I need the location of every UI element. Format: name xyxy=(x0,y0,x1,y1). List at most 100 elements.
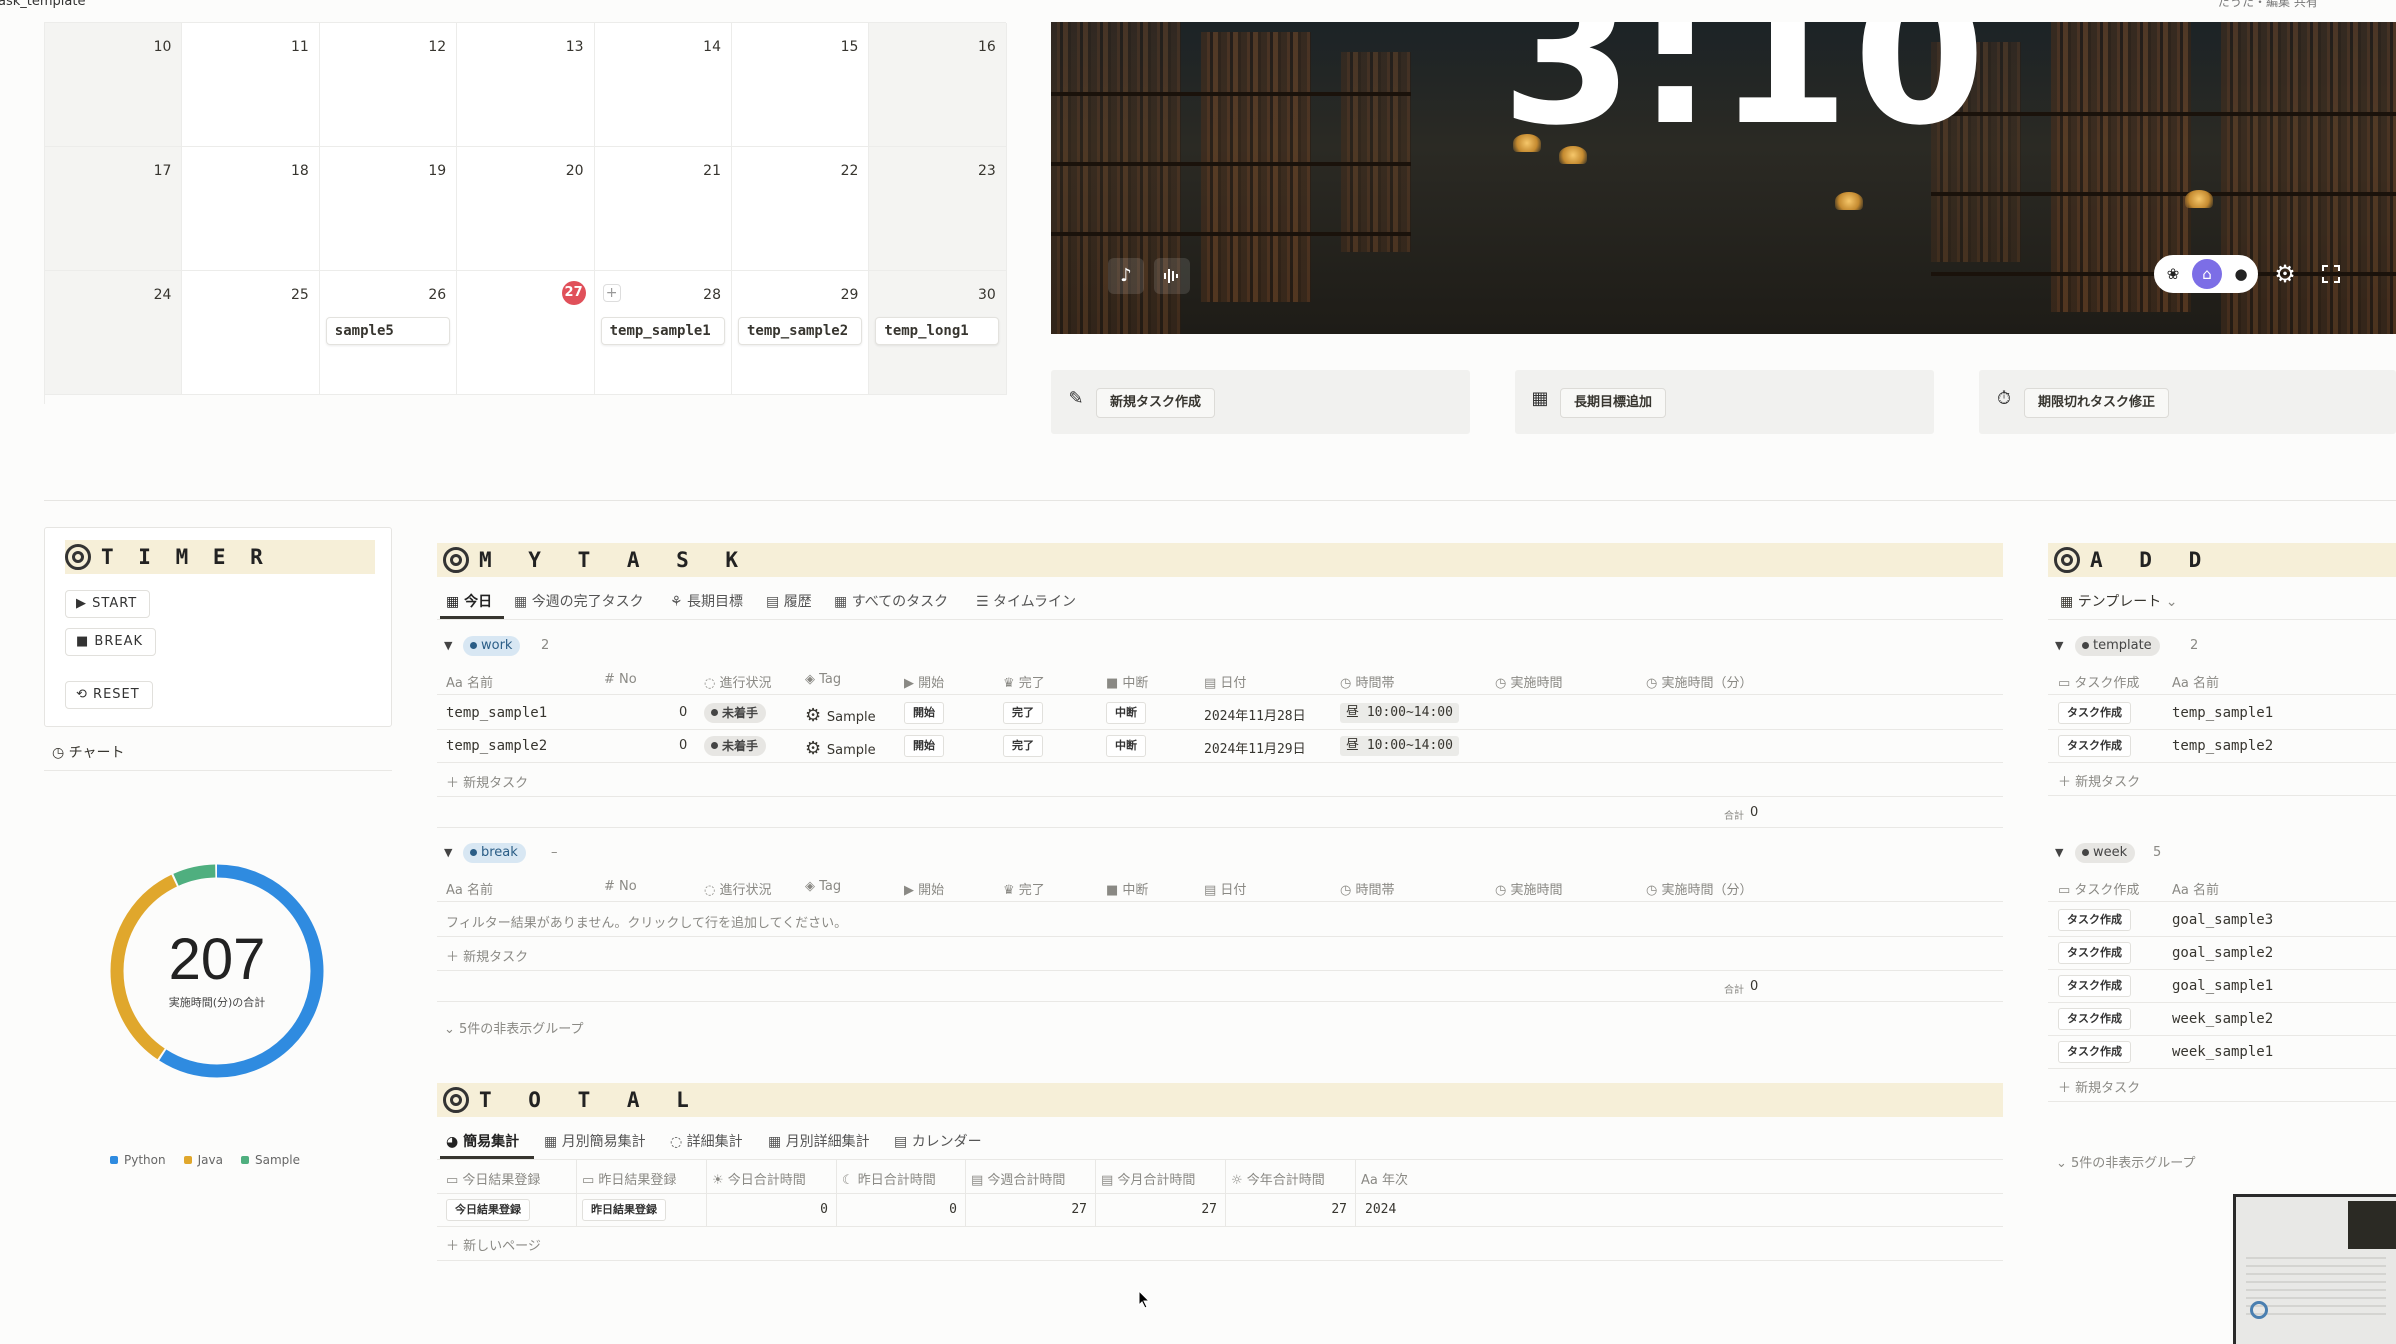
tab-history[interactable]: ▤ 履歴 xyxy=(766,591,812,611)
complete-task-button[interactable]: 完了 xyxy=(1003,735,1043,757)
calendar-day-cell[interactable]: 11 xyxy=(182,23,320,147)
calendar-event[interactable]: temp_sample1 xyxy=(600,317,725,345)
preview-thumbnail[interactable] xyxy=(2233,1194,2396,1344)
create-task-button[interactable]: タスク作成 xyxy=(2058,735,2131,757)
create-task-button[interactable]: タスク作成 xyxy=(2058,702,2131,724)
create-task-button[interactable]: タスク作成 xyxy=(2058,1008,2131,1030)
column-header[interactable]: ▶ 開始 xyxy=(904,672,944,691)
tab-today[interactable]: ▦ 今日 xyxy=(446,591,492,611)
status-badge[interactable]: 未着手 xyxy=(704,703,767,723)
group-week[interactable]: week xyxy=(2075,843,2136,863)
column-header[interactable]: # No xyxy=(604,879,637,894)
start-task-button[interactable]: 開始 xyxy=(904,702,944,724)
new-page-row[interactable]: ＋ 新しいページ xyxy=(446,1235,541,1254)
column-header[interactable]: ▭ タスク作成 xyxy=(2058,879,2139,898)
pause-task-button[interactable]: 中断 xyxy=(1106,735,1146,757)
start-task-button[interactable]: 開始 xyxy=(904,735,944,757)
column-header[interactable]: Aa 名前 xyxy=(2172,672,2219,691)
top-right-menu[interactable]: だうた・編集 共有 xyxy=(2218,0,2318,10)
status-badge[interactable]: 未着手 xyxy=(704,736,767,756)
column-header[interactable]: ▭ 今日結果登録 xyxy=(446,1169,540,1188)
calendar-day-cell[interactable]: 14 xyxy=(594,23,732,147)
new-task-button[interactable]: 新規タスク作成 xyxy=(1096,388,1216,418)
column-header[interactable]: ◷ 実施時間 xyxy=(1495,879,1563,898)
task-date[interactable]: 2024年11月28日 xyxy=(1204,705,1306,724)
column-header[interactable]: ▤ 日付 xyxy=(1204,672,1246,691)
group-work[interactable]: work xyxy=(463,636,521,656)
new-task-row[interactable]: ＋ 新規タスク xyxy=(2058,1077,2140,1096)
year-value[interactable]: 2024 xyxy=(1365,1202,1396,1217)
calendar-day-cell[interactable]: 19 xyxy=(319,147,458,271)
column-header[interactable]: ◷ 時間帯 xyxy=(1340,879,1395,898)
calendar-day-cell[interactable]: 22 xyxy=(732,147,870,271)
hidden-groups-toggle[interactable]: ⌄ 5件の非表示グループ xyxy=(2056,1152,2196,1171)
empty-filter-message[interactable]: フィルター結果がありません。クリックして行を追加してください。 xyxy=(446,912,847,931)
calendar-event[interactable]: sample5 xyxy=(325,317,450,345)
tab-detail-total[interactable]: ◌ 詳細集計 xyxy=(670,1131,743,1151)
tab-all-tasks[interactable]: ▦ すべてのタスク xyxy=(834,591,948,611)
task-tag[interactable]: ⚙ Sample xyxy=(805,738,876,759)
column-header[interactable]: ▶ 開始 xyxy=(904,879,944,898)
task-tag[interactable]: ⚙ Sample xyxy=(805,705,876,726)
yesterday-result-button[interactable]: 昨日結果登録 xyxy=(582,1199,666,1221)
collapse-triangle-icon[interactable]: ▼ xyxy=(2055,846,2063,859)
create-task-button[interactable]: タスク作成 xyxy=(2058,909,2131,931)
column-header[interactable]: ▤ 日付 xyxy=(1204,879,1246,898)
template-name[interactable]: temp_sample1 xyxy=(2172,705,2273,721)
column-header[interactable]: ▭ タスク作成 xyxy=(2058,672,2139,691)
calendar-day-cell[interactable]: 29 temp_sample2 xyxy=(732,271,870,395)
column-header[interactable]: ♛ 完了 xyxy=(1003,879,1045,898)
fullscreen-icon[interactable] xyxy=(2313,256,2349,292)
column-header[interactable]: ☀ 今日合計時間 xyxy=(712,1169,806,1188)
template-name[interactable]: goal_sample2 xyxy=(2172,945,2273,961)
pause-task-button[interactable]: 中断 xyxy=(1106,702,1146,724)
tab-week-done[interactable]: ▦ 今週の完了タスク xyxy=(514,591,644,611)
gear-icon[interactable]: ⚙ xyxy=(2267,256,2303,292)
calendar-day-cell[interactable]: 18 xyxy=(182,147,320,271)
time-slot-badge[interactable]: 昼 10:00~14:00 xyxy=(1340,703,1459,723)
calendar-day-cell[interactable]: 10 xyxy=(45,23,183,147)
template-name[interactable]: goal_sample1 xyxy=(2172,978,2273,994)
long-goal-button[interactable]: 長期目標追加 xyxy=(1560,388,1667,418)
calendar-day-cell[interactable]: 13 xyxy=(457,23,595,147)
collapse-triangle-icon[interactable]: ▼ xyxy=(444,846,452,859)
ambience-toggle[interactable]: ❀ ⌂ ● xyxy=(2154,255,2258,293)
column-header[interactable]: ☾ 昨日合計時間 xyxy=(842,1169,936,1188)
template-name[interactable]: temp_sample2 xyxy=(2172,738,2273,754)
column-header[interactable]: ▤ 今週合計時間 xyxy=(971,1169,1065,1188)
template-view-selector[interactable]: ▦ テンプレート ⌄ xyxy=(2060,591,2177,611)
column-header[interactable]: ◌ 進行状況 xyxy=(704,879,772,898)
tab-monthly-simple[interactable]: ▦ 月別簡易集計 xyxy=(544,1131,646,1151)
reset-button[interactable]: ⟲ RESET xyxy=(65,681,153,709)
column-header[interactable]: ☼ 今年合計時間 xyxy=(1231,1169,1325,1188)
column-header[interactable]: ■ 中断 xyxy=(1106,672,1148,691)
task-date[interactable]: 2024年11月29日 xyxy=(1204,738,1306,757)
overdue-fix-button[interactable]: 期限切れタスク修正 xyxy=(2024,388,2170,418)
calendar-day-cell[interactable]: 26 sample5 xyxy=(319,271,458,395)
create-task-button[interactable]: タスク作成 xyxy=(2058,942,2131,964)
music-note-icon[interactable]: ♪ xyxy=(1108,258,1144,294)
calendar-event[interactable]: temp_long1 xyxy=(875,317,1000,345)
task-name[interactable]: temp_sample2 xyxy=(446,738,547,754)
template-name[interactable]: week_sample1 xyxy=(2172,1044,2273,1060)
column-header[interactable]: ◷ 実施時間（分） xyxy=(1646,879,1753,898)
calendar-day-cell[interactable]: 25 xyxy=(182,271,320,395)
column-header[interactable]: ◈ Tag xyxy=(805,672,841,687)
calendar-day-cell[interactable]: 15 xyxy=(732,23,870,147)
collapse-triangle-icon[interactable]: ▼ xyxy=(2055,639,2063,652)
lotus-icon[interactable]: ❀ xyxy=(2158,259,2188,289)
calendar-day-cell[interactable]: 28 + temp_sample1 xyxy=(594,271,732,395)
break-button[interactable]: ■ BREAK xyxy=(65,628,157,656)
column-header[interactable]: # No xyxy=(604,672,637,687)
tab-calendar[interactable]: ▤ カレンダー xyxy=(894,1131,982,1151)
start-button[interactable]: ▶ START xyxy=(65,590,151,618)
today-result-button[interactable]: 今日結果登録 xyxy=(446,1199,530,1221)
add-event-icon[interactable]: + xyxy=(602,284,621,302)
home-icon[interactable]: ⌂ xyxy=(2192,259,2222,289)
template-name[interactable]: goal_sample3 xyxy=(2172,912,2273,928)
column-header[interactable]: Aa 名前 xyxy=(446,672,493,691)
calendar-day-cell[interactable]: 27 xyxy=(457,271,595,395)
calendar-day-cell[interactable]: 21 xyxy=(594,147,732,271)
calendar-day-cell[interactable]: 30 temp_long1 xyxy=(869,271,1007,395)
tab-simple-total[interactable]: ◕ 簡易集計 xyxy=(446,1131,519,1151)
